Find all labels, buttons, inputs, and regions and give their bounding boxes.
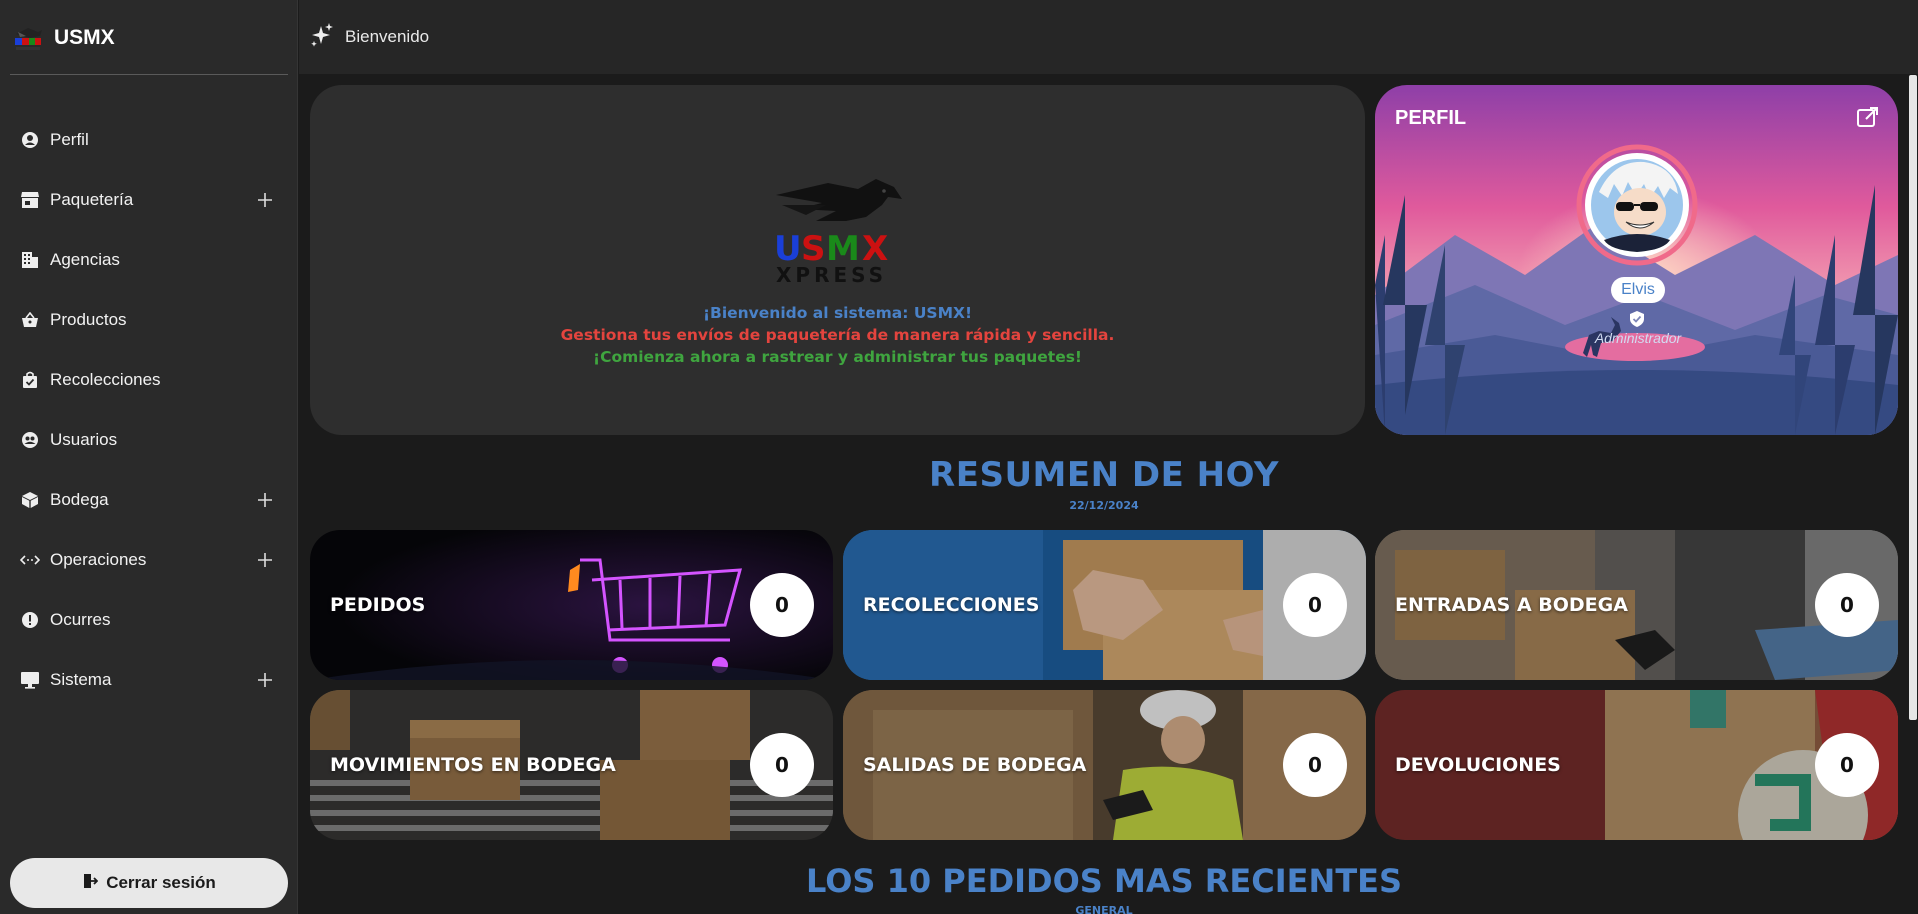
sidebar: USMX Perfil Paquetería Agencias Producto… bbox=[0, 0, 298, 914]
logout-label: Cerrar sesión bbox=[106, 873, 216, 892]
recent-orders-title: LOS 10 PEDIDOS MAS RECIENTES bbox=[805, 862, 1403, 900]
welcome-line-1: ¡Bienvenido al sistema: USMX! bbox=[702, 304, 973, 322]
sidebar-item-paqueteria[interactable]: Paquetería bbox=[0, 170, 298, 230]
stat-card-pedidos[interactable]: PEDIDOS 0 bbox=[310, 530, 833, 680]
box-icon bbox=[20, 490, 40, 510]
sidebar-nav: Perfil Paquetería Agencias Productos Rec… bbox=[0, 110, 298, 710]
sidebar-divider bbox=[10, 74, 288, 75]
profile-title: PERFIL bbox=[1395, 107, 1467, 129]
bag-check-icon bbox=[20, 370, 40, 390]
user-circle-icon bbox=[20, 130, 40, 150]
sidebar-item-label: Recolecciones bbox=[50, 370, 161, 389]
sidebar-item-label: Operaciones bbox=[50, 550, 147, 569]
topbar: Bienvenido bbox=[299, 0, 1918, 75]
sidebar-item-usuarios[interactable]: Usuarios bbox=[0, 410, 298, 470]
sidebar-item-agencias[interactable]: Agencias bbox=[0, 230, 298, 290]
users-icon bbox=[20, 430, 40, 450]
sidebar-item-label: Ocurres bbox=[50, 610, 111, 629]
arrows-code-icon bbox=[20, 550, 40, 570]
stat-card-devoluciones[interactable]: DEVOLUCIONES 0 bbox=[1375, 690, 1898, 840]
welcome-message: ¡Bienvenido al sistema: USMX! Gestiona t… bbox=[310, 302, 1365, 368]
brand[interactable]: USMX bbox=[12, 22, 115, 54]
sidebar-item-label: Bodega bbox=[50, 490, 109, 509]
brand-title: USMX bbox=[54, 26, 115, 49]
welcome-line-2: Gestiona tus envíos de paquetería de man… bbox=[560, 326, 1115, 344]
page-title: Bienvenido bbox=[345, 27, 430, 46]
scrollbar-thumb[interactable] bbox=[1909, 75, 1917, 720]
sidebar-item-operaciones[interactable]: Operaciones bbox=[0, 530, 298, 590]
profile-card: PERFIL Elvis Administrador bbox=[1375, 85, 1898, 435]
usmx-xpress-logo: U S M X XPRESS bbox=[766, 175, 922, 287]
alert-circle-icon bbox=[20, 610, 40, 630]
stat-card-label: SALIDAS DE BODEGA bbox=[863, 754, 1087, 776]
sidebar-item-ocurres[interactable]: Ocurres bbox=[0, 590, 298, 650]
scrollbar[interactable] bbox=[1908, 75, 1918, 914]
stat-card-recolecciones[interactable]: RECOLECCIONES 0 bbox=[843, 530, 1366, 680]
welcome-line-3: ¡Comienza ahora a rastrear y administrar… bbox=[593, 348, 1082, 366]
building-icon bbox=[20, 250, 40, 270]
external-link-icon[interactable] bbox=[1856, 105, 1880, 129]
sidebar-item-label: Paquetería bbox=[50, 190, 134, 209]
recent-orders-subtitle: GENERAL bbox=[1075, 904, 1133, 914]
logout-icon bbox=[82, 873, 99, 893]
profile-name: Elvis bbox=[1611, 277, 1665, 303]
stat-card-label: RECOLECCIONES bbox=[863, 594, 1040, 616]
sidebar-item-bodega[interactable]: Bodega bbox=[0, 470, 298, 530]
summary-title: RESUMEN DE HOY bbox=[929, 455, 1279, 495]
monitor-icon bbox=[20, 670, 40, 690]
sidebar-item-recolecciones[interactable]: Recolecciones bbox=[0, 350, 298, 410]
stat-card-count: 0 bbox=[1815, 573, 1879, 637]
summary-date: 22/12/2024 bbox=[1069, 499, 1139, 512]
stat-card-count: 0 bbox=[1283, 733, 1347, 797]
plus-icon[interactable] bbox=[254, 549, 276, 571]
sidebar-item-label: Productos bbox=[50, 310, 127, 329]
store-icon bbox=[20, 190, 40, 210]
logout-button[interactable]: Cerrar sesión bbox=[10, 858, 288, 908]
plus-icon[interactable] bbox=[254, 669, 276, 691]
stat-card-label: MOVIMIENTOS EN BODEGA bbox=[330, 754, 616, 776]
welcome-card: U S M X XPRESS ¡Bienvenido al sistema: U… bbox=[310, 85, 1365, 435]
sidebar-item-productos[interactable]: Productos bbox=[0, 290, 298, 350]
avatar[interactable] bbox=[1574, 142, 1700, 268]
stat-card-entradas[interactable]: ENTRADAS A BODEGA 0 bbox=[1375, 530, 1898, 680]
sidebar-item-label: Usuarios bbox=[50, 430, 118, 449]
plus-icon[interactable] bbox=[254, 489, 276, 511]
stat-card-count: 0 bbox=[750, 573, 814, 637]
stat-card-count: 0 bbox=[750, 733, 814, 797]
profile-role: Administrador bbox=[1594, 330, 1682, 346]
stat-card-salidas[interactable]: SALIDAS DE BODEGA 0 bbox=[843, 690, 1366, 840]
sidebar-item-perfil[interactable]: Perfil bbox=[0, 110, 298, 170]
sidebar-item-label: Perfil bbox=[50, 130, 89, 149]
stat-card-movimientos[interactable]: MOVIMIENTOS EN BODEGA 0 bbox=[310, 690, 833, 840]
sparkles-icon bbox=[309, 22, 335, 52]
stat-card-count: 0 bbox=[1283, 573, 1347, 637]
stat-card-count: 0 bbox=[1815, 733, 1879, 797]
verified-shield-icon bbox=[1628, 310, 1646, 328]
sidebar-item-label: Agencias bbox=[50, 250, 120, 269]
usmx-logo-icon bbox=[12, 22, 44, 54]
sidebar-item-sistema[interactable]: Sistema bbox=[0, 650, 298, 710]
sidebar-item-label: Sistema bbox=[50, 670, 112, 689]
plus-icon[interactable] bbox=[254, 189, 276, 211]
stat-card-label: ENTRADAS A BODEGA bbox=[1395, 594, 1628, 616]
stat-card-label: DEVOLUCIONES bbox=[1395, 754, 1561, 776]
basket-icon bbox=[20, 310, 40, 330]
svg-text:XPRESS: XPRESS bbox=[776, 263, 887, 287]
stat-card-label: PEDIDOS bbox=[330, 594, 426, 616]
